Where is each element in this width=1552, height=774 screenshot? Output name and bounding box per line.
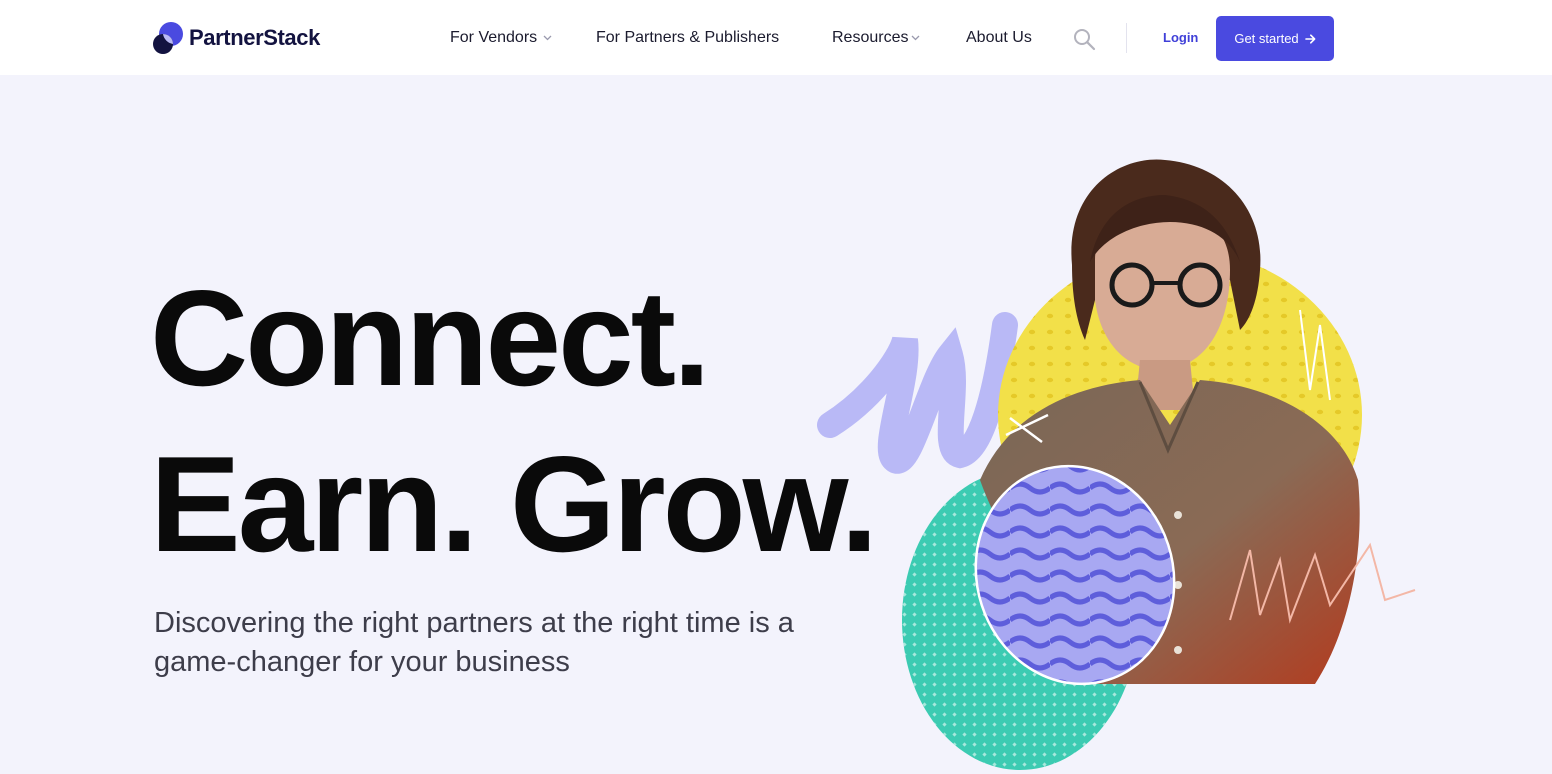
top-navigation-bar: PartnerStack For Vendors For Partners & … <box>0 0 1552 75</box>
get-started-label: Get started <box>1234 31 1299 46</box>
nav-item-label: For Vendors <box>450 29 538 46</box>
hero-illustration <box>817 159 1416 770</box>
nav-item-for-vendors[interactable]: For Vendors <box>450 27 552 49</box>
hero-headline-line-1: Connect. <box>150 262 711 414</box>
get-started-button[interactable]: Get started <box>1216 16 1334 61</box>
arrow-right-icon <box>1304 33 1316 44</box>
chevron-down-icon <box>912 35 920 41</box>
partnerstack-logo-icon <box>153 22 183 54</box>
search-icon[interactable] <box>1072 27 1096 51</box>
login-link[interactable]: Login <box>1163 30 1198 45</box>
nav-divider <box>1126 23 1127 53</box>
hero-headline-line-2: Earn. Grow. <box>150 428 878 580</box>
nav-item-label: About Us <box>966 29 1032 46</box>
nav-item-about-us[interactable]: About Us <box>966 27 1032 49</box>
nav-item-for-partners-publishers[interactable]: For Partners & Publishers <box>596 27 779 49</box>
brand-logo-link[interactable]: PartnerStack <box>153 20 320 56</box>
nav-item-resources[interactable]: Resources <box>832 27 920 49</box>
nav-item-label: For Partners & Publishers <box>596 29 780 46</box>
hero-subtitle: Discovering the right partners at the ri… <box>154 607 794 678</box>
chevron-down-icon <box>543 35 552 41</box>
nav-item-label: Resources <box>832 29 909 46</box>
brand-name: PartnerStack <box>189 25 320 50</box>
